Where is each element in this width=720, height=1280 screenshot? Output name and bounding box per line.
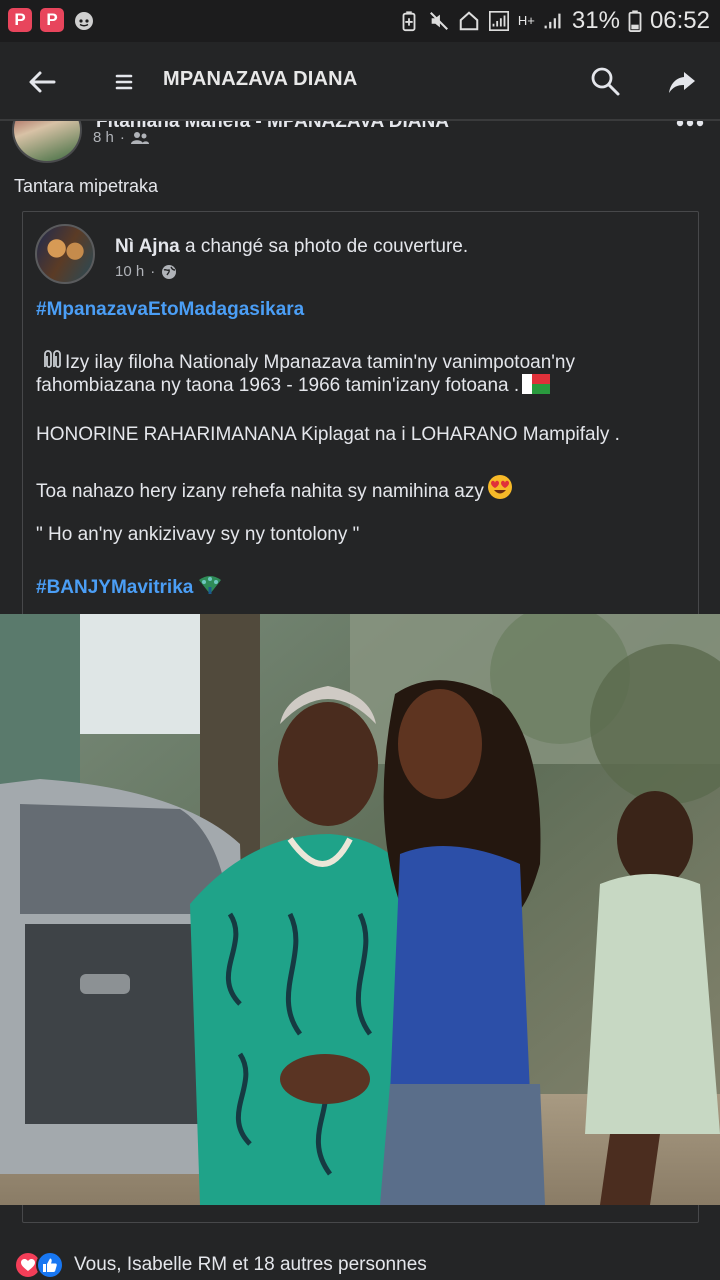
like-icon: [36, 1251, 64, 1279]
cell-signal-icon: [544, 13, 561, 29]
post-photo[interactable]: [0, 614, 720, 1205]
app-notification-icon: P: [8, 8, 32, 32]
search-icon[interactable]: [588, 64, 622, 98]
battery-percent: 31%: [571, 7, 620, 34]
friends-icon: [130, 131, 149, 144]
post-header: Fitahiana Mahefa - MPANAZAVA DIANA 8 h ·: [0, 121, 720, 165]
battery-saver-icon: [402, 11, 416, 32]
reactions-summary[interactable]: Vous, Isabelle RM et 18 autres personnes: [14, 1250, 427, 1280]
arrow-left-icon[interactable]: [26, 66, 58, 98]
paperclip-emoji-icon: [44, 350, 61, 368]
app-bar: MPANAZAVA DIANA: [0, 42, 720, 120]
post-body-text: fahombiazana ny taona 1963 - 1966 tamin'…: [36, 375, 520, 396]
page-title: MPANAZAVA DIANA: [163, 68, 358, 90]
hashtag-line: #BANJYMavitrika: [36, 574, 224, 599]
post-body-line: fahombiazana ny taona 1963 - 1966 tamin'…: [36, 374, 551, 397]
hashtag-link[interactable]: #MpanazavaEtoMadagasikara: [36, 299, 304, 321]
share-icon[interactable]: [666, 66, 698, 98]
post-body-text: Izy ilay filoha Nationaly Mpanazava tami…: [65, 352, 575, 373]
shared-post-time[interactable]: 10 h: [115, 263, 144, 280]
post-body-line: " Ho an'ny ankizivavy sy ny tontolony ": [36, 524, 360, 545]
shared-post-meta: 10 h ·: [115, 263, 177, 280]
shared-post-action: a changé sa photo de couverture.: [185, 236, 469, 257]
hamburger-icon[interactable]: [108, 66, 140, 98]
avatar[interactable]: [12, 121, 82, 163]
photo-scene: [0, 614, 720, 1205]
post-body-line: HONORINE RAHARIMANANA Kiplagat na i LOHA…: [36, 424, 620, 445]
reactions-text[interactable]: Vous, Isabelle RM et 18 autres personnes: [74, 1254, 427, 1276]
shared-post-author[interactable]: Nì Ajna: [115, 236, 180, 257]
network-type-label: H+: [517, 13, 535, 28]
signal-icon: [488, 11, 509, 31]
clock: 06:52: [649, 7, 710, 34]
post-meta: 8 h ·: [93, 129, 149, 146]
mute-icon: [429, 12, 448, 30]
madagascar-flag-icon: [522, 374, 551, 394]
avatar[interactable]: [35, 224, 95, 284]
post-body-text: Toa nahazo hery izany rehefa nahita sy n…: [36, 481, 484, 502]
post-author[interactable]: Fitahiana Mahefa - MPANAZAVA DIANA: [96, 121, 449, 133]
globe-icon: [162, 264, 177, 279]
hashtag-link[interactable]: #BANJYMavitrika: [36, 577, 193, 598]
more-options-icon[interactable]: [676, 121, 704, 127]
post-body-line: Toa nahazo hery izany rehefa nahita sy n…: [36, 474, 513, 503]
battery-icon: [628, 10, 642, 32]
status-bar: P P H+ 31% 06:52: [0, 0, 720, 42]
post-body-line: Izy ilay filoha Nationaly Mpanazava tami…: [36, 349, 575, 374]
reddit-notification-icon: [75, 12, 93, 30]
shared-post-header: Nì Ajna a changé sa photo de couverture.: [115, 236, 468, 258]
peacock-emoji-icon: [199, 576, 222, 594]
post-text: Tantara mipetraka: [14, 176, 159, 196]
app-notification-icon: P: [40, 8, 64, 32]
heart-eyes-emoji-icon: [487, 475, 512, 499]
home-icon: [459, 11, 479, 31]
post-time[interactable]: 8 h: [93, 129, 114, 146]
